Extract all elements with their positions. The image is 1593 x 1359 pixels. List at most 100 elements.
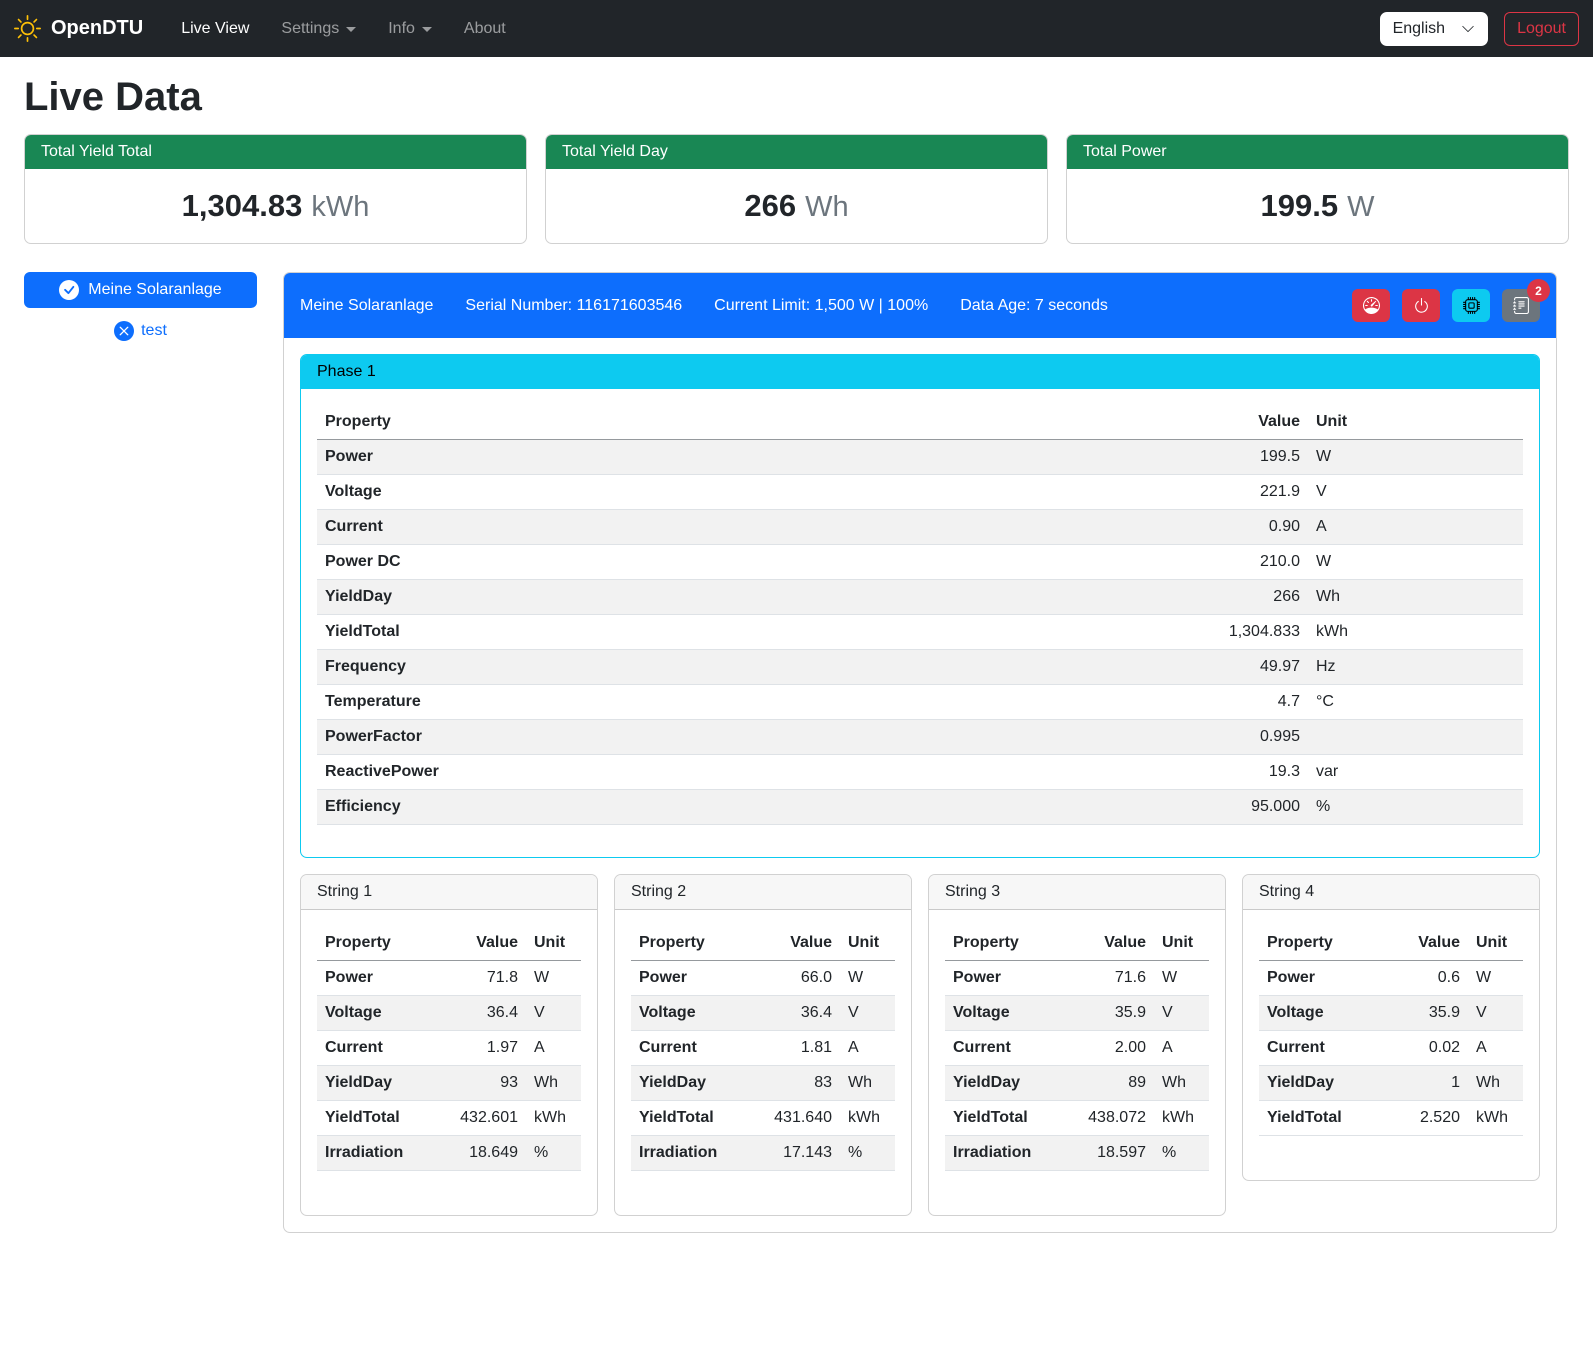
value-cell: 17.143: [745, 1136, 840, 1171]
brand[interactable]: OpenDTU: [14, 15, 143, 42]
property-cell: YieldDay: [317, 580, 1188, 615]
nav-item-live-view[interactable]: Live View: [165, 12, 265, 46]
table-row: Voltage36.4V: [631, 996, 895, 1031]
top-navbar: OpenDTU Live View Settings Info About En…: [0, 0, 1593, 57]
column-header: Unit: [1154, 926, 1209, 961]
unit-cell: kWh: [840, 1101, 895, 1136]
value-cell: 93: [431, 1066, 526, 1101]
table-row: Voltage221.9V: [317, 475, 1523, 510]
column-header: Value: [431, 926, 526, 961]
card-value: 199.5: [1261, 188, 1339, 223]
property-cell: Irradiation: [631, 1136, 745, 1171]
inverter-name: Meine Solaranlage: [300, 297, 433, 315]
table-row: ReactivePower19.3var: [317, 755, 1523, 790]
unit-cell: %: [526, 1136, 581, 1171]
string-table: PropertyValueUnitPower66.0WVoltage36.4VC…: [631, 926, 895, 1171]
column-header: Property: [1259, 926, 1373, 961]
property-cell: Irradiation: [945, 1136, 1059, 1171]
value-cell: 2.520: [1373, 1101, 1468, 1136]
selected-inverter-button[interactable]: Meine Solaranlage: [24, 272, 257, 308]
table-row: YieldTotal432.601kWh: [317, 1101, 581, 1136]
card-value: 1,304.83: [182, 188, 303, 223]
nav-item-settings[interactable]: Settings: [265, 12, 372, 46]
unit-cell: V: [1154, 996, 1209, 1031]
property-cell: Power: [317, 961, 431, 996]
inverter-current-limit: Current Limit: 1,500 W | 100%: [714, 297, 928, 315]
column-header: Value: [1188, 405, 1308, 440]
power-icon: [1413, 297, 1430, 314]
power-button[interactable]: [1402, 289, 1440, 322]
column-header: Property: [631, 926, 745, 961]
unit-cell: kWh: [526, 1101, 581, 1136]
card-title: Total Power: [1067, 135, 1568, 169]
table-row: PowerFactor0.995: [317, 720, 1523, 755]
unit-cell: %: [840, 1136, 895, 1171]
property-cell: Current: [1259, 1031, 1373, 1066]
value-cell: 19.3: [1188, 755, 1308, 790]
string-card: String 4 PropertyValueUnitPower0.6WVolta…: [1242, 874, 1540, 1181]
table-row: Current0.02A: [1259, 1031, 1523, 1066]
value-cell: 0.02: [1373, 1031, 1468, 1066]
table-row: Power DC210.0W: [317, 545, 1523, 580]
string-table: PropertyValueUnitPower0.6WVoltage35.9VCu…: [1259, 926, 1523, 1136]
nav-item-about[interactable]: About: [448, 12, 522, 46]
value-cell: 83: [745, 1066, 840, 1101]
unit-cell: W: [526, 961, 581, 996]
value-cell: 36.4: [431, 996, 526, 1031]
column-header: Unit: [1308, 405, 1523, 440]
unit-cell: °C: [1308, 685, 1523, 720]
table-row: Temperature4.7°C: [317, 685, 1523, 720]
string-card: String 1 PropertyValueUnitPower71.8WVolt…: [300, 874, 598, 1216]
table-header-row: PropertyValueUnit: [1259, 926, 1523, 961]
value-cell: 438.072: [1059, 1101, 1154, 1136]
limit-settings-button[interactable]: [1352, 289, 1390, 322]
string-card-title: String 2: [615, 875, 911, 910]
table-row: Irradiation18.597%: [945, 1136, 1209, 1171]
unit-cell: V: [526, 996, 581, 1031]
property-cell: Power: [631, 961, 745, 996]
property-cell: Power: [317, 440, 1188, 475]
string-table: PropertyValueUnitPower71.8WVoltage36.4VC…: [317, 926, 581, 1171]
value-cell: 18.597: [1059, 1136, 1154, 1171]
value-cell: 266: [1188, 580, 1308, 615]
table-row: Current0.90A: [317, 510, 1523, 545]
total-yield-total-card: Total Yield Total 1,304.83kWh: [24, 134, 527, 244]
unit-cell: [1308, 720, 1523, 755]
property-cell: Power: [1259, 961, 1373, 996]
unit-cell: Wh: [1154, 1066, 1209, 1101]
device-info-button[interactable]: [1452, 289, 1490, 322]
table-row: YieldDay89Wh: [945, 1066, 1209, 1101]
sidebar-item-test[interactable]: test: [24, 321, 257, 341]
value-cell: 18.649: [431, 1136, 526, 1171]
value-cell: 89: [1059, 1066, 1154, 1101]
check-circle-icon: [59, 280, 79, 300]
card-title: Total Yield Day: [546, 135, 1047, 169]
unit-cell: A: [840, 1031, 895, 1066]
card-unit: Wh: [805, 191, 849, 223]
unit-cell: W: [1154, 961, 1209, 996]
table-header-row: PropertyValueUnit: [317, 405, 1523, 440]
table-row: YieldTotal1,304.833kWh: [317, 615, 1523, 650]
logout-button[interactable]: Logout: [1504, 12, 1579, 46]
value-cell: 49.97: [1188, 650, 1308, 685]
unit-cell: A: [1468, 1031, 1523, 1066]
unit-cell: A: [1308, 510, 1523, 545]
sun-icon: [14, 15, 41, 42]
navbar-right: English Logout: [1380, 12, 1579, 46]
language-select[interactable]: English: [1380, 12, 1488, 46]
string-card-title: String 4: [1243, 875, 1539, 910]
inverter-actions: 2: [1352, 289, 1540, 322]
total-power-card: Total Power 199.5W: [1066, 134, 1569, 244]
value-cell: 35.9: [1373, 996, 1468, 1031]
unit-cell: W: [1468, 961, 1523, 996]
unit-cell: var: [1308, 755, 1523, 790]
phase-card: Phase 1 PropertyValueUnitPower199.5WVolt…: [300, 354, 1540, 858]
nav-item-info[interactable]: Info: [372, 12, 448, 46]
property-cell: YieldTotal: [945, 1101, 1059, 1136]
event-log-button[interactable]: 2: [1502, 289, 1540, 322]
table-row: Voltage35.9V: [1259, 996, 1523, 1031]
page-title: Live Data: [24, 75, 1569, 120]
property-cell: Voltage: [1259, 996, 1373, 1031]
property-cell: Frequency: [317, 650, 1188, 685]
column-header: Unit: [840, 926, 895, 961]
